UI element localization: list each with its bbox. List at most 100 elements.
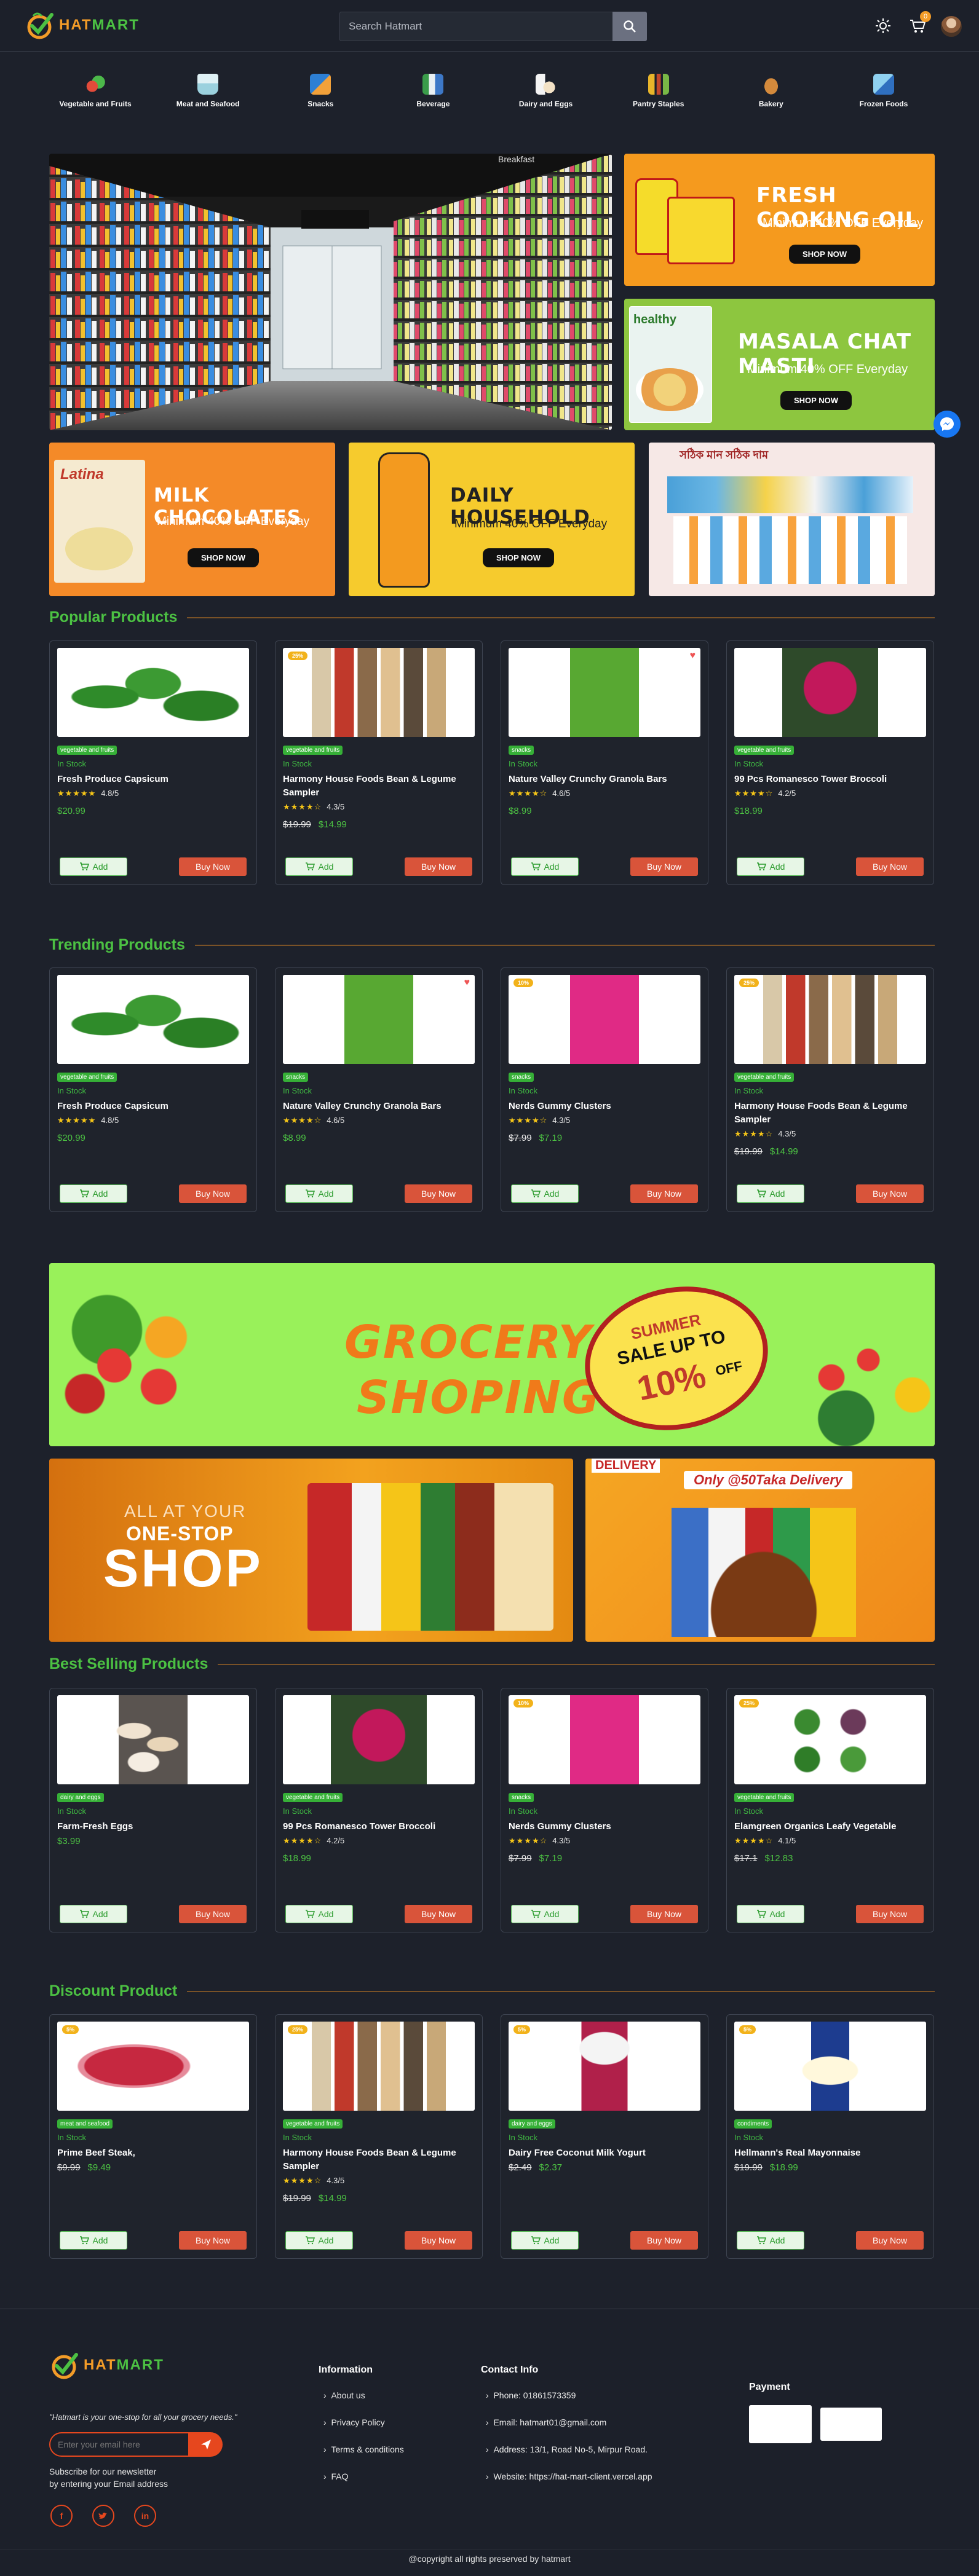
product-image[interactable] — [57, 1695, 249, 1784]
product-name[interactable]: 99 Pcs Romanesco Tower Broccoli — [734, 773, 919, 786]
product-name[interactable]: Dairy Free Coconut Milk Yogurt — [509, 2146, 693, 2160]
product-image[interactable]: ♥ — [509, 648, 700, 737]
product-image[interactable]: 25% — [283, 2022, 475, 2111]
buy-now-button[interactable]: Buy Now — [179, 1905, 247, 1923]
product-card[interactable]: 25% vegetable and fruits In Stock Harmony H… — [726, 967, 934, 1212]
banner-cooking-oil[interactable]: FRESH COOKING OIL Minimum 40% OFF Everyd… — [624, 154, 935, 286]
add-to-cart-button[interactable]: Add — [737, 1905, 804, 1923]
buy-now-button[interactable]: Buy Now — [405, 1905, 472, 1923]
footer-link-privacy[interactable]: › Privacy Policy — [323, 2417, 385, 2427]
linkedin-link[interactable]: in — [134, 2505, 156, 2527]
product-name[interactable]: Fresh Produce Capsicum — [57, 773, 242, 786]
buy-now-button[interactable]: Buy Now — [856, 1184, 924, 1203]
banner-products-bengali[interactable]: সঠিক মান সঠিক দাম — [649, 443, 935, 596]
product-name[interactable]: Harmony House Foods Bean & Legume Sample… — [283, 2146, 467, 2173]
add-to-cart-button[interactable]: Add — [511, 857, 579, 876]
product-name[interactable]: Hellmann's Real Mayonnaise — [734, 2146, 919, 2160]
category-frozen-foods[interactable]: Frozen Foods — [838, 74, 930, 108]
add-to-cart-button[interactable]: Add — [285, 857, 353, 876]
product-image[interactable]: ♥ — [283, 975, 475, 1064]
footer-link-faq[interactable]: › FAQ — [323, 2472, 348, 2481]
product-name[interactable]: Nature Valley Crunchy Granola Bars — [283, 1100, 467, 1113]
product-card[interactable]: 10% snacks In Stock Nerds Gummy Clusters ★★★… — [501, 967, 708, 1212]
product-card[interactable]: 25% vegetable and fruits In Stock Harmony H… — [275, 2014, 483, 2259]
buy-now-button[interactable]: Buy Now — [630, 1184, 698, 1203]
product-image[interactable] — [734, 648, 926, 737]
logo[interactable]: HATMART — [25, 11, 140, 39]
banner-grocery-shopping[interactable]: GROCERY SHOPING SUMMER SALE UP TO 10% OF… — [49, 1263, 935, 1446]
product-card[interactable]: dairy and eggs In Stock Farm-Fresh Eggs $3.… — [49, 1688, 257, 1932]
buy-now-button[interactable]: Buy Now — [856, 2231, 924, 2250]
product-card[interactable]: vegetable and fruits In Stock Fresh Produc… — [49, 967, 257, 1212]
product-name[interactable]: Harmony House Foods Bean & Legume Sample… — [734, 1100, 919, 1127]
buy-now-button[interactable]: Buy Now — [630, 857, 698, 876]
banner-daily-household[interactable]: DAILY HOUSEHOLD Minimum 40% OFF Everyday… — [349, 443, 635, 596]
buy-now-button[interactable]: Buy Now — [179, 857, 247, 876]
buy-now-button[interactable]: Buy Now — [630, 1905, 698, 1923]
theme-toggle-button[interactable] — [872, 15, 894, 37]
banner-milk-chocolates[interactable]: Latina MILK CHOCOLATES Minimum 40% OFF E… — [49, 443, 335, 596]
product-card[interactable]: 25% vegetable and fruits In Stock Elamgreen… — [726, 1688, 934, 1932]
product-card[interactable]: 25% vegetable and fruits In Stock Harmony H… — [275, 640, 483, 885]
cart-button[interactable]: 0 — [906, 11, 931, 37]
buy-now-button[interactable]: Buy Now — [405, 2231, 472, 2250]
product-name[interactable]: 99 Pcs Romanesco Tower Broccoli — [283, 1820, 467, 1834]
search-button[interactable] — [612, 12, 647, 41]
banner-masala[interactable]: healthy MASALA CHAT MASTI Minimum 40% OF… — [624, 299, 935, 430]
product-image[interactable] — [57, 975, 249, 1064]
product-card[interactable]: vegetable and fruits In Stock 99 Pcs Roman… — [726, 640, 934, 885]
add-to-cart-button[interactable]: Add — [737, 857, 804, 876]
add-to-cart-button[interactable]: Add — [60, 1184, 127, 1203]
search-input[interactable] — [339, 12, 612, 41]
add-to-cart-button[interactable]: Add — [511, 2231, 579, 2250]
product-card[interactable]: vegetable and fruits In Stock 99 Pcs Roman… — [275, 1688, 483, 1932]
product-name[interactable]: Nerds Gummy Clusters — [509, 1100, 693, 1113]
product-image[interactable]: 25% — [734, 975, 926, 1064]
product-card[interactable]: 5% condiments In Stock Hellmann's Real Mayo… — [726, 2014, 934, 2259]
add-to-cart-button[interactable]: Add — [511, 1184, 579, 1203]
product-card[interactable]: 5% meat and seafood In Stock Prime Beef Ste… — [49, 2014, 257, 2259]
category-dairy-and-eggs[interactable]: Dairy and Eggs — [500, 74, 592, 108]
add-to-cart-button[interactable]: Add — [60, 857, 127, 876]
product-name[interactable]: Prime Beef Steak, — [57, 2146, 242, 2160]
product-image[interactable]: 10% — [509, 975, 700, 1064]
product-image[interactable] — [57, 648, 249, 737]
footer-link-about[interactable]: › About us — [323, 2390, 365, 2400]
category-bakery[interactable]: Bakery — [725, 74, 817, 108]
buy-now-button[interactable]: Buy Now — [179, 2231, 247, 2250]
product-card[interactable]: 10% snacks In Stock Nerds Gummy Clusters ★★★… — [501, 1688, 708, 1932]
product-card[interactable]: vegetable and fruits In Stock Fresh Produc… — [49, 640, 257, 885]
add-to-cart-button[interactable]: Add — [285, 2231, 353, 2250]
product-card[interactable]: ♥ snacks In Stock Nature Valley Crunchy Gra… — [275, 967, 483, 1212]
buy-now-button[interactable]: Buy Now — [630, 2231, 698, 2250]
banner-delivery[interactable]: DELIVERY Only @50Taka Delivery — [585, 1459, 935, 1642]
add-to-cart-button[interactable]: Add — [285, 1184, 353, 1203]
heart-icon[interactable]: ♥ — [690, 650, 696, 661]
banner-one-stop-shop[interactable]: ALL AT YOUR ONE-STOP SHOP — [49, 1459, 573, 1642]
product-name[interactable]: Harmony House Foods Bean & Legume Sample… — [283, 773, 467, 800]
category-vegetable-and-fruits[interactable]: Vegetable and Fruits — [49, 74, 141, 108]
product-card[interactable]: 5% dairy and eggs In Stock Dairy Free Cocon… — [501, 2014, 708, 2259]
product-name[interactable]: Farm-Fresh Eggs — [57, 1820, 242, 1834]
buy-now-button[interactable]: Buy Now — [856, 857, 924, 876]
product-name[interactable]: Nerds Gummy Clusters — [509, 1820, 693, 1834]
add-to-cart-button[interactable]: Add — [60, 2231, 127, 2250]
product-image[interactable] — [283, 1695, 475, 1784]
category-meat-and-seafood[interactable]: Meat and Seafood — [162, 74, 254, 108]
product-image[interactable]: 5% — [734, 2022, 926, 2111]
newsletter-submit-button[interactable] — [189, 2432, 223, 2457]
footer-logo[interactable]: HATMART — [49, 2351, 164, 2379]
footer-link-terms[interactable]: › Terms & conditions — [323, 2444, 404, 2454]
category-pantry-staples[interactable]: Pantry Staples — [612, 74, 705, 108]
buy-now-button[interactable]: Buy Now — [405, 1184, 472, 1203]
twitter-link[interactable] — [92, 2505, 114, 2527]
heart-icon[interactable]: ♥ — [464, 977, 470, 988]
product-name[interactable]: Fresh Produce Capsicum — [57, 1100, 242, 1113]
messenger-button[interactable] — [933, 411, 961, 438]
shop-now-button[interactable]: SHOP NOW — [780, 391, 852, 410]
add-to-cart-button[interactable]: Add — [737, 2231, 804, 2250]
product-image[interactable]: 25% — [283, 648, 475, 737]
newsletter-email-input[interactable] — [49, 2432, 189, 2457]
shop-now-button[interactable]: SHOP NOW — [483, 548, 554, 567]
facebook-link[interactable]: f — [50, 2505, 73, 2527]
